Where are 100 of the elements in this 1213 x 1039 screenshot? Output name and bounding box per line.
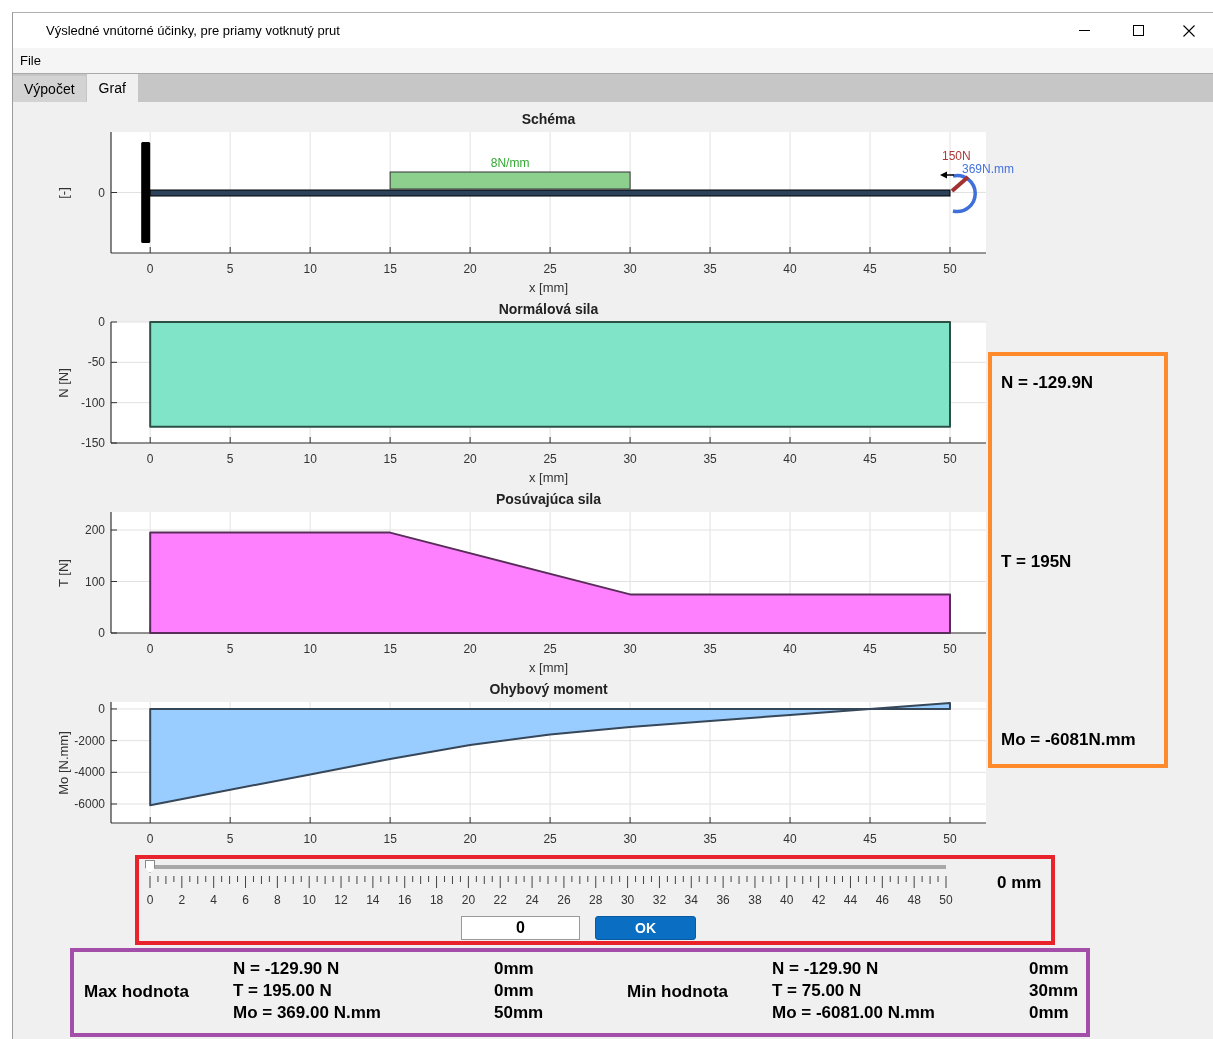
scale-label: 50 [939,893,953,907]
scale-label: 48 [907,893,921,907]
tick-label: 5 [226,452,234,466]
force-line [950,175,970,193]
load-label: 8N/mm [490,156,530,170]
tick-label: 0 [146,452,154,466]
tick-label: 25 [543,262,557,276]
scale-label: 0 [146,893,154,907]
tick-label: 15 [383,642,397,656]
tick-label: -150 [80,436,105,450]
axis-label: T [N] [56,559,71,587]
tick-label: 0 [98,315,105,329]
moment-arc [952,173,977,214]
tick-label: 45 [863,832,877,846]
minimize-icon[interactable] [1078,29,1090,32]
scale-label: 6 [242,893,249,907]
tick-label: 30 [623,452,637,466]
ok-button[interactable]: OK [595,916,696,940]
scale-label: 18 [429,893,444,907]
scale-label: 2 [178,893,186,907]
summary-position: 0mm [494,981,535,1002]
tick-label: 50 [943,642,957,656]
tick-label: 40 [783,262,797,276]
tick-label: 10 [303,642,317,656]
scale-label: 26 [557,893,571,907]
tick-label: 10 [303,262,317,276]
position-input[interactable]: 0 [461,916,580,940]
scale-label: 20 [461,893,476,907]
summary-value: T = 75.00 N [772,981,863,1002]
chart-title: Normálová sila [498,301,599,317]
summary-label: Min hodnota [627,982,730,1002]
axis-label: Mo [N.mm] [56,731,71,795]
axis-label: x [mm] [529,280,568,295]
tick-label: 0 [98,626,105,640]
tick-label: 20 [463,832,477,846]
tick-label: 200 [84,523,105,537]
readout-text: T = 195N [1001,551,1073,572]
tick-label: 0 [146,262,154,276]
tick-label: 35 [703,832,717,846]
summary-position: 30mm [1029,981,1080,1002]
tick-label: 35 [703,452,717,466]
arrow-icon [940,171,955,179]
tick-label: -2000 [74,733,105,748]
force-label: 150N [942,149,971,163]
close-icon[interactable] [1183,24,1195,37]
tick-label: 5 [226,642,234,656]
axis-label: [-] [56,187,71,199]
scale-label: 24 [525,893,539,907]
scale-label: 16 [398,893,412,907]
tick-label: 20 [463,642,477,656]
tick-label: 30 [623,262,637,276]
tick-label: 45 [863,452,877,466]
tick-label: 20 [463,452,477,466]
maximize-icon[interactable] [1132,25,1144,36]
slider-thumb[interactable] [145,860,155,873]
tick-label: 50 [943,262,957,276]
tick-label: 30 [623,642,637,656]
summary-position: 50mm [494,1003,545,1024]
scale-label: 36 [716,893,730,907]
tick-label: 0 [98,701,105,716]
scale-label: 44 [843,893,858,907]
tick-label: 45 [863,642,877,656]
scale-label: 10 [302,893,316,907]
tab[interactable]: Graf [86,74,138,102]
position-readout: 0 mm [997,873,1042,894]
scale-label: 34 [684,893,698,907]
tick-label: 35 [703,262,717,276]
summary-position: 0mm [1029,959,1070,980]
moment-label: 369N.mm [962,162,1014,176]
tick-label: 15 [383,262,397,276]
scale-label: 30 [620,893,635,907]
tick-label: -6000 [74,797,105,811]
scale-label: 22 [493,893,507,907]
tick-label: 100 [84,574,105,589]
tick-label: -4000 [74,765,105,780]
tick-label: 40 [783,642,797,656]
tick-label: 40 [783,452,797,466]
tick-label: 40 [783,832,797,846]
tick-label: 25 [543,832,557,846]
tick-label: 5 [226,262,234,276]
tick-label: 10 [303,452,317,466]
tick-label: 15 [383,452,397,466]
menu-item[interactable]: File [20,53,41,68]
summary-position: 0mm [1029,1003,1070,1024]
summary-value: Mo = -6081.00 N.mm [772,1003,936,1024]
axis-label: x [mm] [529,660,568,675]
tick-label: 10 [303,832,317,846]
tick-label: 35 [703,642,717,656]
axis-label: x [mm] [529,470,568,485]
readout-text: Mo = -6081N.mm [1001,730,1137,750]
tick-label: 15 [383,832,397,846]
tick-label: 0 [146,642,154,656]
tick-label: 0 [98,185,105,200]
summary-position: 0mm [494,959,535,980]
scale-label: 40 [780,893,794,907]
scale-label: 38 [748,893,762,907]
chart-title: Ohybový moment [489,681,608,697]
scale-label: 8 [274,893,281,907]
scale-label: 12 [334,893,348,907]
tab[interactable]: Výpočet [13,76,86,102]
